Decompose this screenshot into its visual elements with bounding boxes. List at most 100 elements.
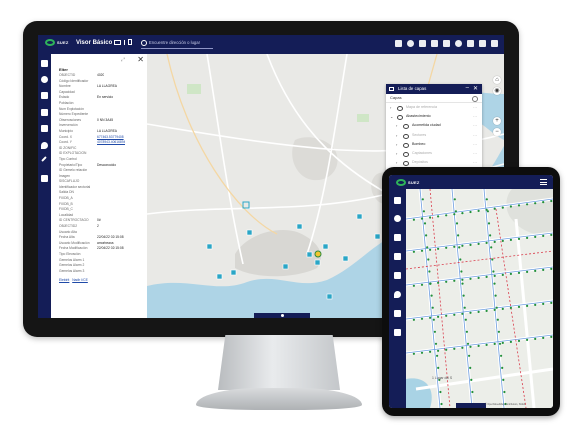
network-point	[494, 294, 497, 297]
list-icon[interactable]	[395, 40, 402, 47]
user-icon[interactable]	[455, 40, 462, 47]
more-options-icon[interactable]: ···	[473, 112, 477, 121]
layer-item[interactable]: › Captaciones ···	[386, 149, 482, 158]
layer-list-subheader: Capas	[386, 94, 482, 103]
attribute-row: Gemelos Alarm 3	[59, 269, 141, 275]
group-icon[interactable]	[394, 329, 401, 336]
link-icon[interactable]	[394, 272, 401, 279]
panel-title: Elter	[59, 67, 68, 72]
network-point	[461, 282, 464, 285]
app-title: Visor Básico	[76, 40, 113, 46]
zoom-in-button[interactable]: +	[493, 117, 501, 125]
attribute-table-toggle[interactable]	[254, 313, 310, 318]
search-icon[interactable]	[472, 96, 478, 102]
layer-item[interactable]: ⌄ Abastecimiento ···	[386, 112, 482, 121]
visibility-eye-icon[interactable]	[397, 115, 403, 121]
network-point	[466, 342, 470, 345]
print-icon[interactable]	[479, 40, 486, 47]
network-point	[542, 268, 545, 271]
network-point	[534, 235, 537, 238]
chevron-icon[interactable]: ›	[396, 131, 397, 140]
zoom-out-button[interactable]: −	[493, 128, 501, 136]
visibility-eye-icon[interactable]	[397, 106, 403, 111]
more-options-icon[interactable]: ···	[473, 158, 477, 167]
document-icon[interactable]	[41, 109, 48, 116]
layer-item[interactable]: › Mapa de referencia ···	[386, 103, 482, 112]
more-options-icon[interactable]: ···	[473, 121, 477, 130]
tablet-icon[interactable]	[128, 39, 132, 45]
expand-icon[interactable]: ⤢	[121, 57, 125, 63]
close-icon[interactable]: ✕	[473, 84, 478, 94]
desktop-icon[interactable]	[114, 39, 121, 45]
map-pin-icon[interactable]	[41, 76, 48, 83]
network-point	[464, 318, 467, 321]
visibility-eye-icon[interactable]	[403, 161, 409, 167]
more-options-icon[interactable]: ···	[473, 131, 477, 140]
visibility-eye-icon[interactable]	[403, 151, 409, 157]
network-point	[493, 282, 496, 285]
network-point	[457, 234, 460, 237]
visibility-eye-icon[interactable]	[403, 142, 409, 148]
chevron-icon[interactable]: ›	[396, 149, 397, 158]
network-point	[534, 303, 537, 306]
measure-icon[interactable]	[431, 40, 438, 47]
network-point	[461, 278, 464, 281]
device-switcher[interactable]	[114, 39, 132, 45]
layer-item[interactable]: › Bombeo ···	[386, 140, 482, 149]
minimize-icon[interactable]: –	[466, 84, 469, 93]
tablet-bottom-tab[interactable]	[456, 403, 486, 408]
network-point	[526, 270, 529, 273]
person-icon[interactable]	[394, 197, 401, 204]
network-point	[461, 346, 464, 349]
chevron-icon[interactable]: ›	[396, 140, 397, 149]
visibility-eye-icon[interactable]	[403, 133, 409, 139]
document-icon[interactable]	[394, 253, 401, 260]
person-icon[interactable]	[41, 60, 48, 67]
map-pin-icon[interactable]	[394, 215, 401, 222]
network-point	[432, 318, 435, 321]
chevron-icon[interactable]: ›	[396, 121, 397, 130]
network-point	[502, 378, 505, 381]
search-input[interactable]: Encuentre dirección o lugar	[141, 40, 213, 49]
layer-item[interactable]: › Sectores ···	[386, 131, 482, 140]
toolbar	[395, 40, 498, 47]
layer-item[interactable]: › Acometida ciudad ···	[386, 121, 482, 130]
visibility-eye-icon[interactable]	[403, 124, 409, 130]
chevron-icon[interactable]: ›	[396, 158, 397, 167]
tablet-device: SUEZ 1 Lugar del S © OpenStreetMap contr…	[382, 167, 560, 416]
network-point	[437, 215, 440, 218]
tablet-map-canvas[interactable]	[406, 189, 553, 408]
more-options-icon[interactable]: ···	[473, 140, 477, 149]
more-options-icon[interactable]: ···	[473, 149, 477, 158]
map-icon[interactable]	[419, 40, 426, 47]
hamburger-menu-icon[interactable]	[540, 179, 547, 185]
layers-icon[interactable]	[394, 234, 401, 241]
locate-icon[interactable]: ◉	[493, 87, 501, 95]
drop-icon[interactable]	[41, 142, 48, 149]
layers-icon[interactable]	[407, 40, 414, 47]
more-options-icon[interactable]: ···	[473, 103, 477, 112]
pen-icon[interactable]	[394, 310, 401, 317]
network-point	[501, 307, 504, 310]
pen-icon[interactable]	[41, 156, 47, 162]
network-point	[439, 390, 442, 394]
footer-link-right[interactable]: Nadir I/CE	[72, 278, 88, 282]
footer-link-left[interactable]: Elektrit	[59, 278, 69, 282]
close-icon[interactable]: ✕	[137, 55, 144, 64]
network-point	[550, 335, 553, 338]
draw-icon[interactable]	[443, 40, 450, 47]
network-point	[461, 312, 464, 315]
chevron-icon[interactable]: ›	[390, 103, 391, 112]
layer-item[interactable]: › Depósitos ···	[386, 158, 482, 167]
drop-icon[interactable]	[394, 291, 401, 298]
layers-icon[interactable]	[41, 92, 48, 99]
network-point	[445, 246, 448, 249]
tools-icon[interactable]	[491, 40, 498, 47]
network-point	[487, 222, 491, 225]
link-icon[interactable]	[41, 125, 48, 132]
folder-icon[interactable]	[467, 40, 474, 47]
group-icon[interactable]	[41, 175, 48, 182]
home-icon[interactable]: ⌂	[493, 76, 501, 84]
network-point	[492, 270, 495, 273]
chevron-icon[interactable]: ⌄	[390, 112, 393, 121]
